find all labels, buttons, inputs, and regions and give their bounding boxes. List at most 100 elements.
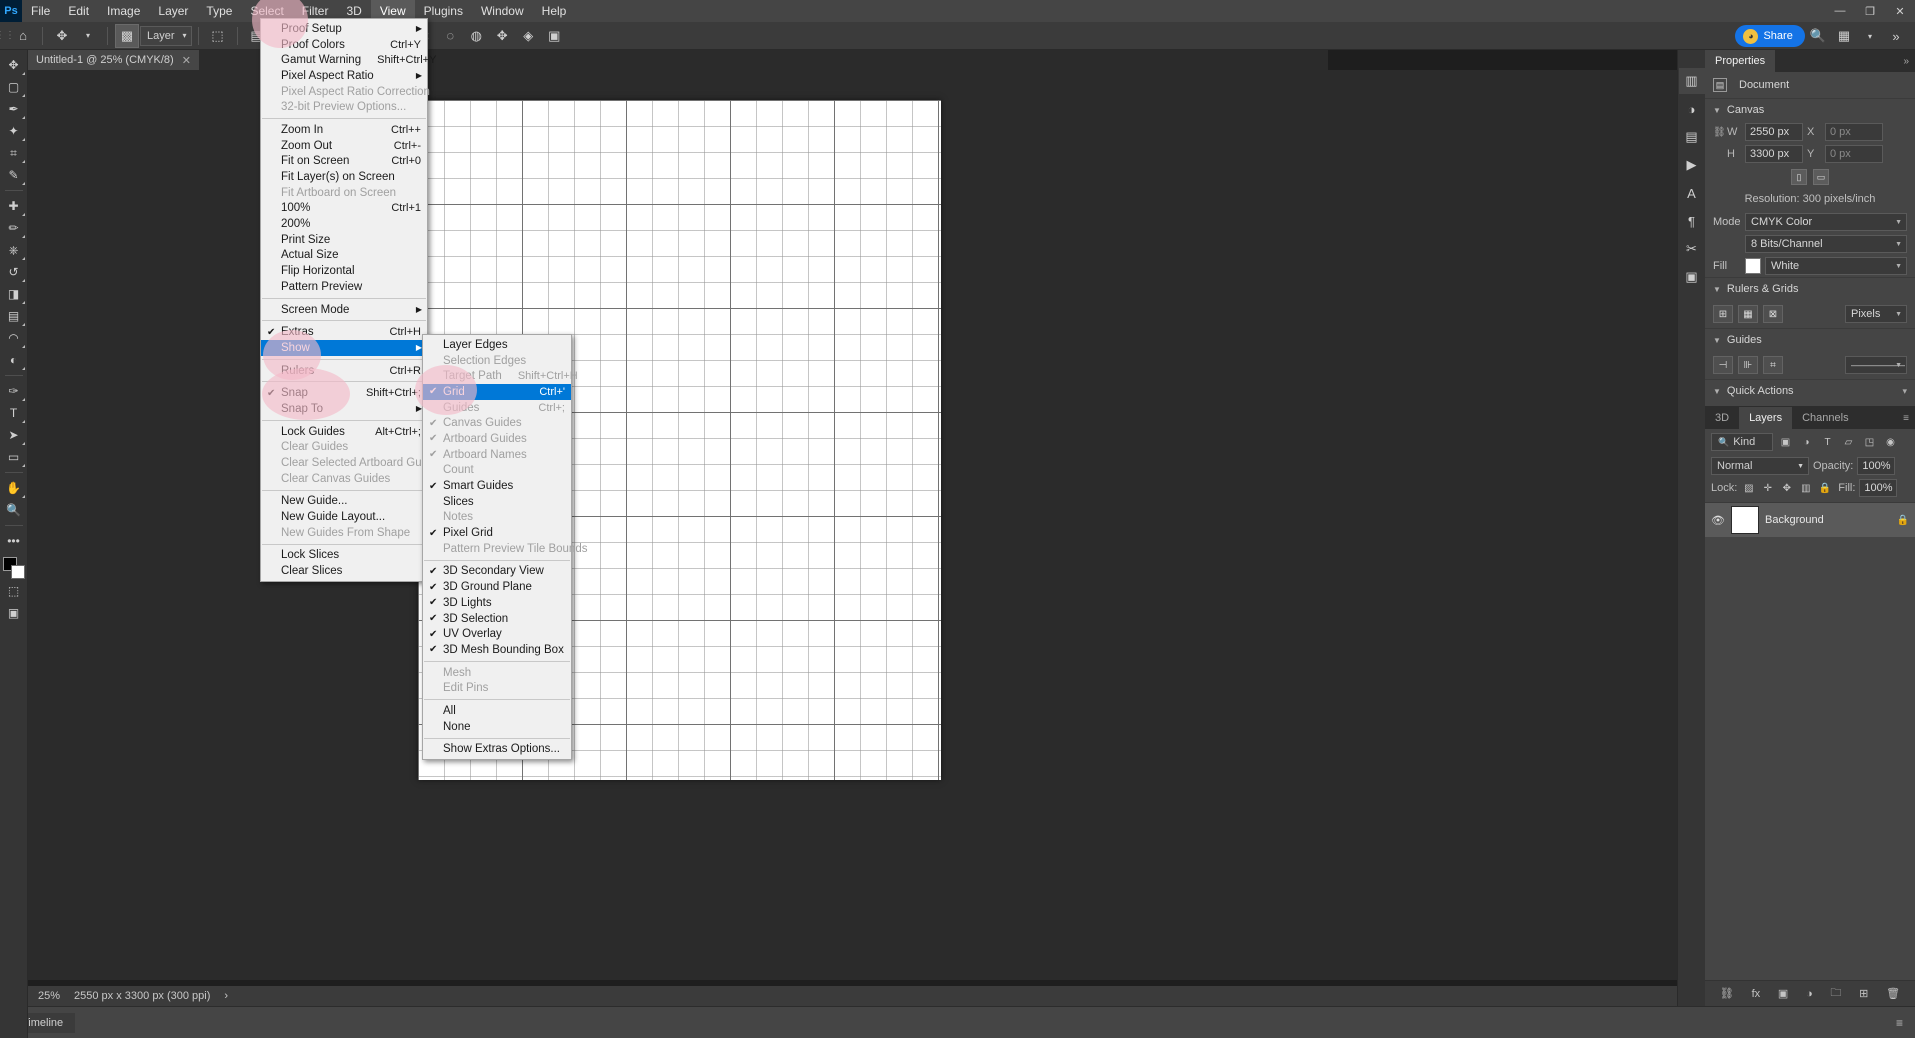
view-menu-item-actual-size[interactable]: Actual Size bbox=[261, 248, 427, 264]
marquee-tool-icon[interactable]: ▢ bbox=[1, 76, 27, 98]
toggle-filter-icon[interactable]: ◉ bbox=[1882, 434, 1899, 451]
view-menu-item-proof-setup[interactable]: Proof Setup▶ bbox=[261, 21, 427, 37]
view-menu-item-gamut-warning[interactable]: Gamut WarningShift+Ctrl+Y bbox=[261, 52, 427, 68]
show-transform-controls-icon[interactable]: ⬚ bbox=[206, 24, 230, 48]
smart-filter-icon[interactable]: ◳ bbox=[1861, 434, 1878, 451]
menu-file[interactable]: File bbox=[22, 0, 59, 22]
3d-roll-icon[interactable]: ◍ bbox=[464, 24, 488, 48]
show-menu-item-3d-lights[interactable]: ✔3D Lights bbox=[423, 595, 571, 611]
y-input[interactable]: 0 px bbox=[1825, 145, 1883, 163]
link-icon[interactable]: ⛓ bbox=[1713, 127, 1723, 138]
spot-healing-tool-icon[interactable]: ✚ bbox=[1, 195, 27, 217]
view-menu-item-new-guide[interactable]: New Guide... bbox=[261, 494, 427, 510]
pen-tool-icon[interactable]: ✑ bbox=[1, 380, 27, 402]
view-menu-item-proof-colors[interactable]: Proof ColorsCtrl+Y bbox=[261, 37, 427, 53]
lock-artboard-icon[interactable]: ▥ bbox=[1798, 481, 1813, 496]
blend-mode-dropdown[interactable]: Normal ▼ bbox=[1711, 457, 1809, 475]
show-menu-item-pixel-grid[interactable]: ✔Pixel Grid bbox=[423, 525, 571, 541]
paragraph-icon[interactable]: ¶ bbox=[1679, 208, 1705, 234]
dodge-tool-icon[interactable]: ◐ bbox=[1, 349, 27, 371]
quick-actions-chevron-icon[interactable]: ▾ bbox=[1902, 386, 1907, 397]
menu-edit[interactable]: Edit bbox=[59, 0, 98, 22]
path-selection-tool-icon[interactable]: ➤ bbox=[1, 424, 27, 446]
workspace-chevron-icon[interactable]: ▾ bbox=[1858, 24, 1882, 48]
view-menu-item-fit-layer-s-on-screen[interactable]: Fit Layer(s) on Screen bbox=[261, 169, 427, 185]
auto-select-icon[interactable]: ▩ bbox=[115, 24, 139, 48]
move-tool-icon[interactable]: ✥ bbox=[1, 54, 27, 76]
hand-tool-icon[interactable]: ✋ bbox=[1, 477, 27, 499]
show-menu-item-3d-mesh-bounding-box[interactable]: ✔3D Mesh Bounding Box bbox=[423, 642, 571, 658]
landscape-icon[interactable]: ▭ bbox=[1813, 169, 1829, 185]
view-menu-item-lock-slices[interactable]: Lock Slices bbox=[261, 548, 427, 564]
eyedropper-tool-icon[interactable]: ✎ bbox=[1, 164, 27, 186]
view-menu-item-extras[interactable]: ✔ExtrasCtrl+H bbox=[261, 324, 427, 340]
view-menu-dropdown[interactable]: Proof Setup▶Proof ColorsCtrl+YGamut Warn… bbox=[260, 18, 428, 582]
lock-position-icon[interactable]: ✥ bbox=[1779, 481, 1794, 496]
fx-icon[interactable]: fx bbox=[1752, 988, 1761, 1000]
actions-icon[interactable]: ▶ bbox=[1679, 152, 1705, 178]
type-tool-icon[interactable]: T bbox=[1, 402, 27, 424]
quick-mask-icon[interactable]: ⬚ bbox=[1, 580, 27, 602]
blur-tool-icon[interactable]: ◠ bbox=[1, 327, 27, 349]
more-tools-icon[interactable]: ••• bbox=[1, 530, 27, 552]
adjustment-filter-icon[interactable]: ◑ bbox=[1798, 434, 1815, 451]
guides-from-shape-icon[interactable]: ⌗ bbox=[1763, 356, 1783, 374]
hamburger-icon[interactable]: ≡ bbox=[1896, 1016, 1903, 1030]
snap-icon[interactable]: ⊠ bbox=[1763, 305, 1783, 323]
document-tab[interactable]: Untitled-1 @ 25% (CMYK/8) ✕ bbox=[28, 50, 200, 70]
lock-image-icon[interactable]: ✛ bbox=[1760, 481, 1775, 496]
view-menu-item-100[interactable]: 100%Ctrl+1 bbox=[261, 201, 427, 217]
view-menu-item-show[interactable]: Show▶ bbox=[261, 340, 427, 356]
menu-image[interactable]: Image bbox=[98, 0, 149, 22]
lock-transparent-icon[interactable]: ▨ bbox=[1741, 481, 1756, 496]
auto-select-scope-dropdown[interactable]: Layer ▾ bbox=[140, 26, 192, 46]
guide-stroke-dropdown[interactable]: —————— ▼ bbox=[1845, 356, 1907, 374]
3d-rotate-icon[interactable]: ◌ bbox=[438, 24, 462, 48]
lock-all-icon[interactable]: 🔒 bbox=[1817, 481, 1832, 496]
close-icon[interactable]: ✕ bbox=[182, 54, 191, 67]
menu-help[interactable]: Help bbox=[533, 0, 576, 22]
screen-mode-icon[interactable]: ▣ bbox=[1, 602, 27, 624]
expand-panels-icon[interactable]: » bbox=[1884, 24, 1908, 48]
object-selection-tool-icon[interactable]: ✦ bbox=[1, 120, 27, 142]
table-row[interactable]: 👁 Background 🔒 bbox=[1705, 503, 1915, 537]
tab-channels[interactable]: Channels bbox=[1792, 407, 1858, 429]
menu-window[interactable]: Window bbox=[472, 0, 533, 22]
guides-header[interactable]: ▼ Guides bbox=[1705, 329, 1915, 351]
menu-layer[interactable]: Layer bbox=[149, 0, 197, 22]
view-menu-item-snap-to[interactable]: Snap To▶ bbox=[261, 401, 427, 417]
grid-icon[interactable]: ▦ bbox=[1738, 305, 1758, 323]
close-icon[interactable]: ✕ bbox=[1885, 0, 1915, 22]
opacity-input[interactable]: 100% bbox=[1857, 457, 1895, 475]
options-bar-grip[interactable]: ⋮⋮ bbox=[0, 22, 10, 50]
rulers-icon[interactable]: ⊞ bbox=[1713, 305, 1733, 323]
new-group-icon[interactable]: 🗀 bbox=[1830, 984, 1841, 1003]
fill-input[interactable]: 100% bbox=[1859, 479, 1897, 497]
status-expand-icon[interactable]: › bbox=[224, 990, 228, 1002]
delete-layer-icon[interactable]: 🗑 bbox=[1886, 987, 1900, 1000]
collapse-panel-icon[interactable]: » bbox=[1897, 50, 1915, 72]
view-menu-item-screen-mode[interactable]: Screen Mode▶ bbox=[261, 302, 427, 318]
layer-list[interactable]: 👁 Background 🔒 bbox=[1705, 502, 1915, 980]
show-menu-item-slices[interactable]: Slices bbox=[423, 494, 571, 510]
fill-color-swatch[interactable] bbox=[1745, 258, 1761, 274]
tab-properties[interactable]: Properties bbox=[1705, 50, 1775, 72]
brush-tool-icon[interactable]: ✏ bbox=[1, 217, 27, 239]
zoom-level[interactable]: 25% bbox=[38, 990, 60, 1002]
maximize-icon[interactable]: ❐ bbox=[1855, 0, 1885, 22]
view-menu-item-pixel-aspect-ratio[interactable]: Pixel Aspect Ratio▶ bbox=[261, 68, 427, 84]
share-button[interactable]: ◕ Share bbox=[1735, 25, 1804, 47]
link-layers-icon[interactable]: ⛓ bbox=[1720, 987, 1734, 1000]
show-menu-item-smart-guides[interactable]: ✔Smart Guides bbox=[423, 478, 571, 494]
3d-drag-icon[interactable]: ✥ bbox=[490, 24, 514, 48]
menu-type[interactable]: Type bbox=[197, 0, 241, 22]
show-menu-item-none[interactable]: None bbox=[423, 719, 571, 735]
guide-layout-icon[interactable]: ⊪ bbox=[1738, 356, 1758, 374]
bit-depth-dropdown[interactable]: 8 Bits/Channel ▼ bbox=[1745, 235, 1907, 253]
eraser-tool-icon[interactable]: ◨ bbox=[1, 283, 27, 305]
layers-panel-menu-icon[interactable]: ≡ bbox=[1897, 407, 1915, 429]
show-menu-item-grid[interactable]: ✔GridCtrl+' bbox=[423, 384, 571, 400]
rectangle-tool-icon[interactable]: ▭ bbox=[1, 446, 27, 468]
layer-name[interactable]: Background bbox=[1765, 514, 1891, 526]
crop-tool-icon[interactable]: ⌗ bbox=[1, 142, 27, 164]
